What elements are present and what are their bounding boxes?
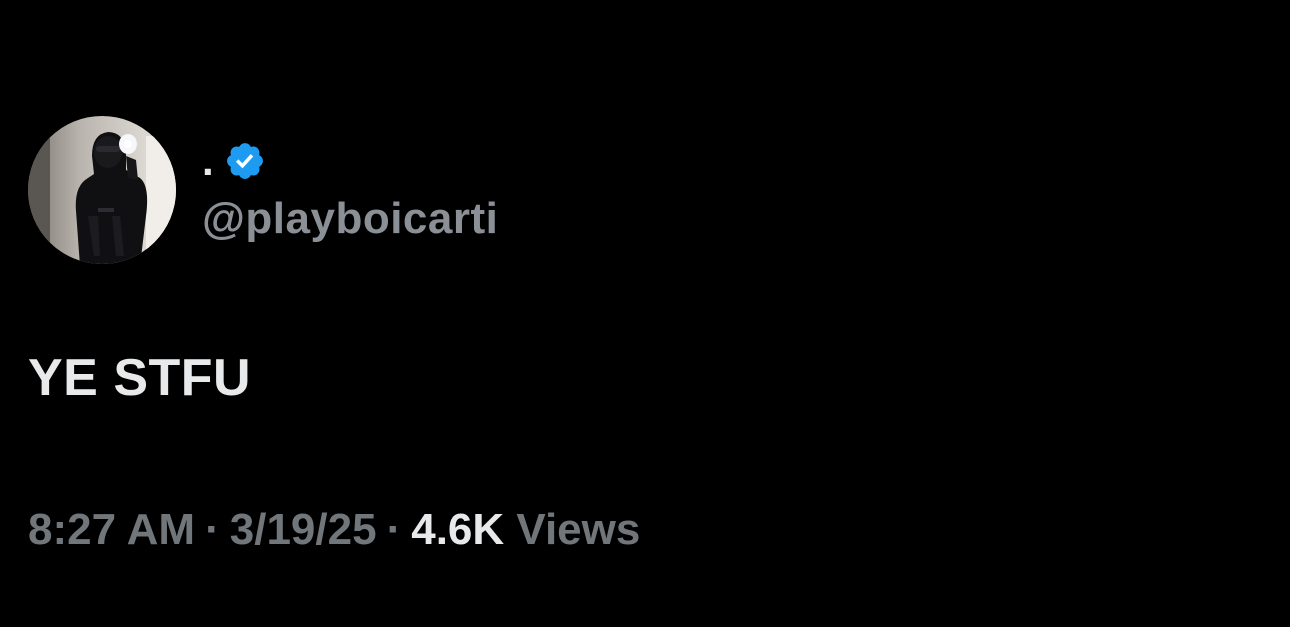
tweet-time[interactable]: 8:27 AM bbox=[28, 505, 195, 554]
tweet-text: YE STFU bbox=[28, 349, 252, 407]
meta-separator: · bbox=[386, 505, 402, 554]
tweet-card: . @playboicarti YE STFU 8:27 AM · 3/19/25 ·… bbox=[0, 0, 1290, 627]
views-label[interactable]: Views bbox=[516, 505, 640, 554]
verified-badge-icon[interactable] bbox=[224, 140, 266, 182]
tweet-header: . @playboicarti bbox=[28, 116, 498, 264]
views-count[interactable]: 4.6K bbox=[411, 505, 504, 554]
author-info: . @playboicarti bbox=[202, 116, 498, 264]
avatar[interactable] bbox=[28, 116, 176, 264]
tweet-date[interactable]: 3/19/25 bbox=[230, 505, 377, 554]
author-handle[interactable]: @playboicarti bbox=[202, 197, 498, 241]
tweet-meta: 8:27 AM · 3/19/25 · 4.6K Views bbox=[28, 508, 640, 552]
meta-separator: · bbox=[205, 505, 220, 554]
profile-photo bbox=[28, 116, 176, 264]
display-name-row: . bbox=[202, 133, 498, 189]
display-name[interactable]: . bbox=[202, 140, 214, 182]
